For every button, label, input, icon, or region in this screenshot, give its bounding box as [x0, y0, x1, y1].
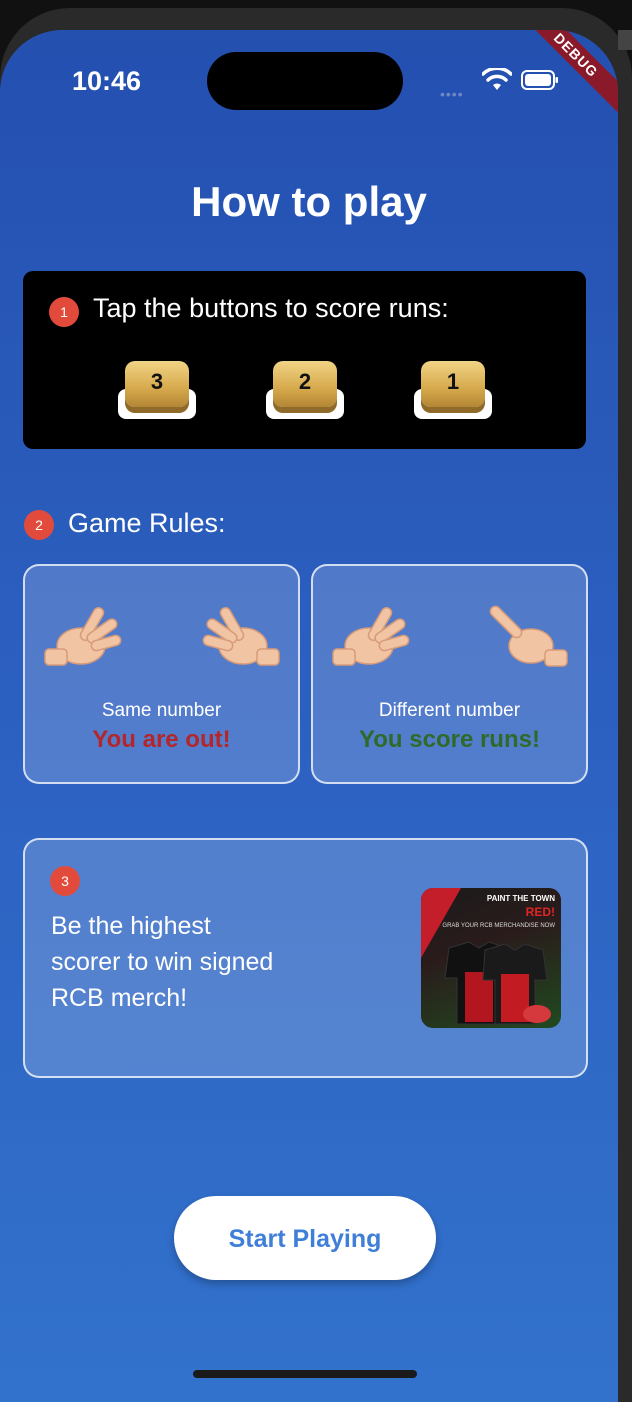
prize-description: Be the highest scorer to win signed RCB … [51, 912, 274, 1012]
step-number-badge: 2 [24, 510, 54, 540]
battery-icon [521, 70, 558, 90]
rule-card-different-number: Different number You score runs! [311, 564, 588, 784]
rule-verdict-out: You are out! [92, 726, 231, 753]
score-button-3[interactable]: 3 [118, 359, 196, 423]
rule-caption: Same number [101, 700, 222, 721]
three-fingers-hand-icon [44, 606, 122, 666]
score-button-label: 1 [446, 369, 460, 394]
score-button-1[interactable]: 1 [414, 359, 492, 423]
three-fingers-hand-icon [332, 606, 410, 666]
rule-verdict-score: You score runs! [359, 726, 540, 753]
three-fingers-hand-icon [202, 606, 280, 666]
jersey-icon [444, 941, 551, 1025]
one-finger-hand-icon [489, 605, 568, 667]
home-indicator [193, 1370, 417, 1378]
score-button-label: 2 [298, 369, 312, 394]
background-window-edge [618, 30, 632, 50]
merch-subtext: GRAB YOUR RCB MERCHANDISE NOW [442, 923, 555, 929]
game-rules-label: Game Rules: [68, 508, 226, 538]
page-title: How to play [191, 178, 427, 225]
app-screen: 10:46 •••• DEBUG How to play 1 Tap the b… [0, 30, 618, 1402]
step3-card: 3 Be the highest scorer to win signed RC… [23, 838, 588, 1078]
wifi-icon [482, 68, 512, 90]
score-button-2[interactable]: 2 [266, 359, 344, 423]
cellular-signal-icon: •••• [440, 86, 464, 102]
step1-instruction: Tap the buttons to score runs: [93, 293, 449, 323]
step1-card: 1 Tap the buttons to score runs: 3 2 1 [23, 271, 586, 449]
step-number-badge: 3 [50, 866, 80, 896]
merch-headline: PAINT THE TOWN [486, 894, 555, 903]
step-number-badge: 1 [49, 297, 79, 327]
status-time: 10:46 [72, 66, 142, 96]
score-button-label: 3 [150, 369, 164, 394]
merch-highlight: RED! [525, 905, 555, 919]
rcb-merch-image: PAINT THE TOWN RED! GRAB YOUR RCB MERCHA… [421, 888, 561, 1028]
rule-caption: Different number [378, 700, 521, 721]
start-playing-button[interactable]: Start Playing [174, 1196, 436, 1280]
rule-card-same-number: Same number You are out! [23, 564, 300, 784]
dynamic-island [207, 52, 403, 110]
